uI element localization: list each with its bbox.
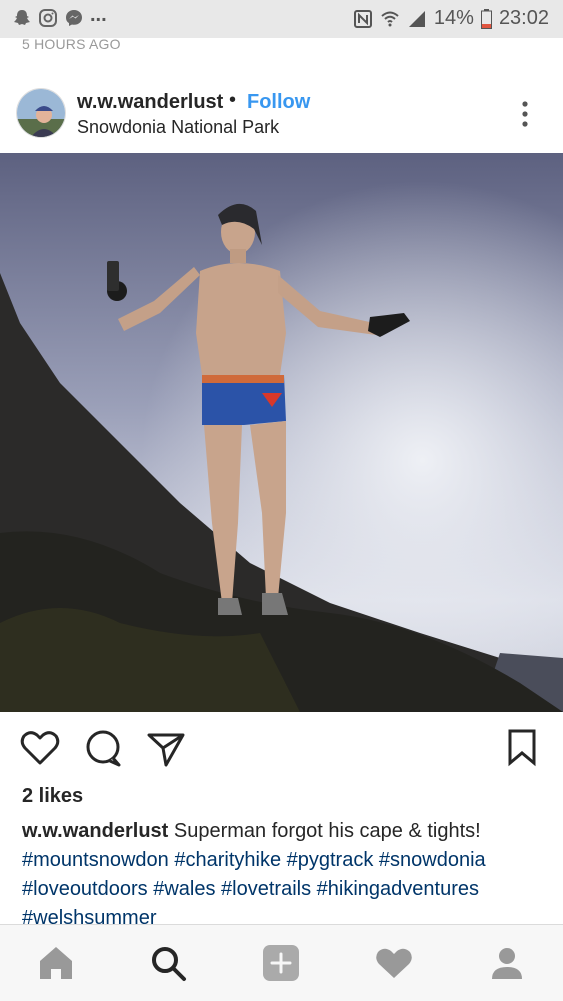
bottom-nav	[0, 924, 563, 1001]
battery-icon	[480, 8, 492, 29]
profile-icon[interactable]	[487, 943, 527, 983]
clock: 23:02	[498, 7, 549, 29]
post-username[interactable]: w.w.wanderlust	[77, 91, 223, 114]
hashtag[interactable]: #lovetrails	[221, 878, 311, 900]
activity-icon[interactable]	[374, 943, 414, 983]
hashtag[interactable]: #pygtrack	[287, 849, 374, 871]
instagram-icon	[39, 9, 57, 27]
post-caption: w.w.wanderlust Superman forgot his cape …	[22, 817, 547, 933]
caption-text: Superman forgot his cape & tights!	[173, 820, 481, 842]
post-actions	[0, 725, 563, 773]
caption-username[interactable]: w.w.wanderlust	[22, 820, 168, 842]
signal-icon	[408, 10, 425, 27]
likes-count[interactable]: 2 likes	[22, 785, 83, 808]
hashtag[interactable]: #loveoutdoors	[22, 878, 148, 900]
separator-dot: •	[229, 89, 237, 111]
hashtag[interactable]: #snowdonia	[379, 849, 486, 871]
hashtag[interactable]: #wales	[153, 878, 215, 900]
wifi-icon	[381, 11, 399, 26]
messenger-icon	[66, 10, 82, 26]
nfc-icon	[353, 9, 372, 28]
snapchat-icon	[14, 10, 30, 25]
search-icon[interactable]	[148, 943, 188, 983]
post-location[interactable]: Snowdonia National Park	[77, 117, 279, 138]
add-icon[interactable]	[261, 943, 301, 983]
hashtag[interactable]: #mountsnowdon	[22, 849, 169, 871]
hashtag[interactable]: #hikingadventures	[317, 878, 479, 900]
previous-post-timestamp: 5 HOURS AGO	[22, 36, 121, 52]
bookmark-icon[interactable]	[502, 725, 542, 771]
hashtag[interactable]: #charityhike	[174, 849, 281, 871]
follow-button[interactable]: Follow	[247, 91, 310, 114]
heart-icon[interactable]	[20, 725, 60, 771]
more-options-icon[interactable]	[517, 100, 533, 128]
share-icon[interactable]	[146, 725, 186, 771]
comment-icon[interactable]	[83, 725, 123, 771]
home-icon[interactable]	[36, 943, 76, 983]
status-bar: ... 14% 23:02	[0, 0, 563, 38]
battery-percent: 14%	[433, 7, 474, 29]
status-overflow: ...	[90, 3, 107, 26]
avatar[interactable]	[16, 88, 66, 138]
post-photo[interactable]	[0, 153, 563, 712]
post-header: w.w.wanderlust • Follow Snowdonia Nation…	[0, 78, 563, 148]
